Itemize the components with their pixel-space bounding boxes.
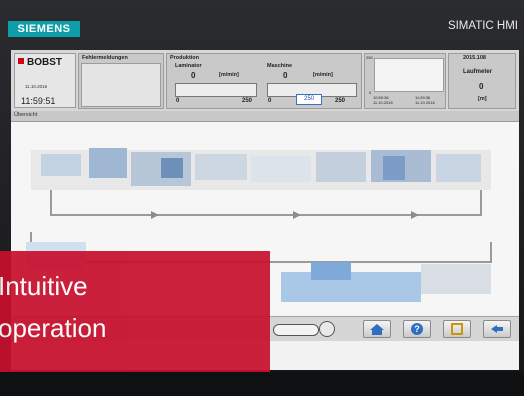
- home-button[interactable]: [363, 320, 391, 338]
- maschine-unit: [m/min]: [313, 72, 333, 78]
- back-arrow-icon: [491, 325, 503, 333]
- maschine-max: 250: [335, 98, 346, 104]
- zoom-slider[interactable]: [273, 324, 319, 336]
- bobst-logo: BOBST: [18, 57, 62, 68]
- laufmeter-unit: [m]: [478, 96, 487, 102]
- laminator-bar: [175, 83, 257, 97]
- zoom-knob[interactable]: [319, 321, 335, 337]
- laminator-unit: [m/min]: [219, 72, 239, 78]
- machine-row-top: [31, 148, 491, 190]
- laminator-min: 0: [176, 98, 180, 104]
- tab-uebersicht[interactable]: Übersicht: [11, 111, 519, 122]
- maschine-title: Maschine: [267, 63, 293, 69]
- laufmeter-code: 2015.108: [463, 55, 486, 61]
- fehler-title: Fehlermeldungen: [82, 55, 128, 61]
- laminator-title: Laminator: [175, 63, 202, 69]
- manual-button[interactable]: [443, 320, 471, 338]
- produktion-title: Produktion: [170, 55, 200, 61]
- laminator-speed: 0: [191, 71, 196, 80]
- laufmeter-title: Laufmeter: [463, 69, 493, 75]
- time-display: 11:59:51: [21, 96, 56, 106]
- laufmeter-panel: 2015.108 Laufmeter 0 [m]: [448, 53, 516, 109]
- fehlermeldungen-panel[interactable]: Fehlermeldungen: [78, 53, 164, 109]
- header-bar: BOBST 11.10.2016 11:59:51 Fehlermeldunge…: [11, 50, 519, 112]
- date-display: 11.10.2016: [25, 84, 48, 89]
- book-icon: [451, 323, 463, 335]
- laufmeter-value: 0: [479, 82, 484, 91]
- produktion-panel: Produktion Laminator 0 [m/min] 0 250 Mas…: [166, 53, 362, 109]
- uebersicht-label: Übersicht: [14, 112, 38, 118]
- bobst-panel: BOBST 11.10.2016 11:59:51: [14, 53, 76, 108]
- laminator-max: 250: [242, 98, 253, 104]
- promo-banner: Intuitive operation: [0, 251, 270, 375]
- device-name: SIMATIC HMI: [447, 20, 518, 32]
- siemens-logo: SIEMENS: [8, 21, 80, 37]
- banner-line1: Intuitive: [0, 271, 88, 301]
- bezel-bottom: [0, 372, 524, 396]
- back-button[interactable]: [483, 320, 511, 338]
- maschine-min: 0: [268, 98, 272, 104]
- help-button[interactable]: ?: [403, 320, 431, 338]
- trend-panel[interactable]: 250 0 10:59:36 11.10.2016 11:59:36 11.10…: [364, 53, 446, 109]
- maschine-speed: 0: [283, 71, 288, 80]
- home-icon: [370, 324, 384, 335]
- svg-text:?: ?: [414, 324, 420, 334]
- trend-end-time: 11:59:36 11.10.2016: [415, 95, 435, 105]
- trend-ymin: 0: [369, 90, 372, 95]
- trend-plot: [374, 58, 444, 92]
- fehler-list: [81, 63, 161, 107]
- help-icon: ?: [411, 323, 423, 335]
- trend-ymax: 250: [366, 55, 373, 60]
- maschine-setpoint-input[interactable]: 250: [296, 94, 322, 105]
- banner-line2: operation: [0, 313, 107, 343]
- trend-start-time: 10:59:36 11.10.2016: [373, 95, 393, 105]
